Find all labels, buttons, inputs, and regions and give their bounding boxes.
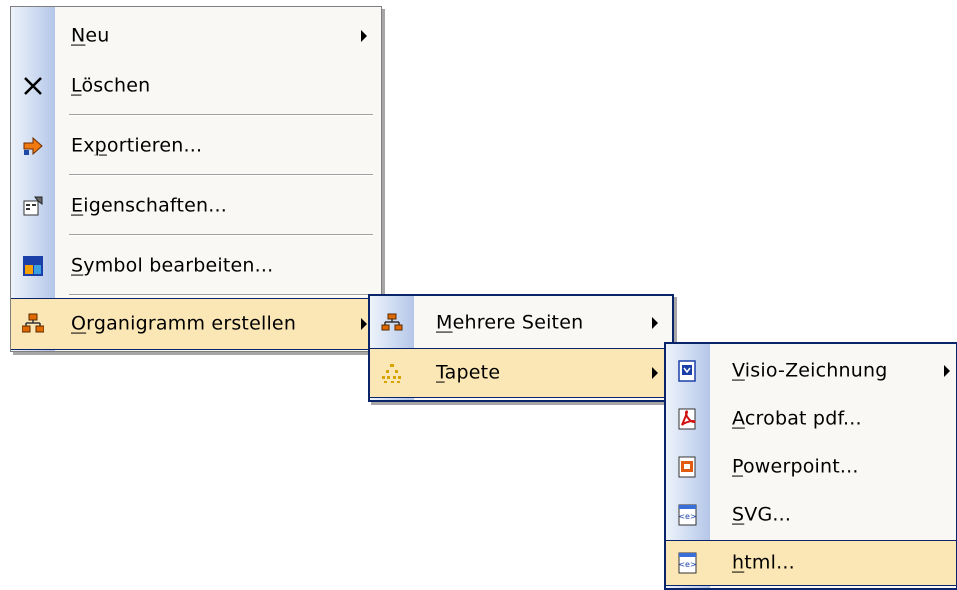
wallpaper-icon	[381, 362, 403, 384]
submenu-arrow-icon	[361, 318, 367, 330]
html-document-icon: <e>	[677, 552, 699, 574]
menu-item-label: Neu	[71, 24, 110, 47]
menu-item-label: Exportieren...	[71, 134, 203, 157]
svg-text:<e>: <e>	[678, 560, 696, 569]
menu-item-label: Symbol bearbeiten...	[71, 254, 274, 277]
submenu-organigramm: Mehrere Seiten Tapete	[368, 294, 674, 402]
menu-item-label: html...	[732, 551, 795, 574]
properties-icon	[22, 195, 44, 217]
menu-item-html[interactable]: <e> html...	[666, 540, 956, 586]
submenu-arrow-icon	[652, 367, 658, 379]
menu-item-label: Löschen	[71, 74, 151, 97]
submenu-arrow-icon	[361, 30, 367, 42]
menu-item-mehrere-seiten[interactable]: Mehrere Seiten	[370, 298, 672, 348]
svg-document-icon: <e>	[677, 504, 699, 526]
menu-separator	[69, 114, 373, 116]
menu-separator	[69, 174, 373, 176]
menu-item-label: Acrobat pdf...	[732, 407, 862, 430]
export-arrow-icon	[22, 135, 44, 157]
menu-item-svg[interactable]: <e> SVG...	[666, 490, 956, 540]
submenu-arrow-icon	[944, 365, 950, 377]
menu-item-label: Organigramm erstellen	[71, 312, 297, 335]
menu-item-label: Tapete	[436, 361, 501, 384]
context-menu: Neu Löschen Exportieren... Eigenschaften…	[10, 6, 382, 352]
menu-item-symbol-bearbeiten[interactable]: Symbol bearbeiten...	[11, 237, 381, 295]
submenu-tapete: Visio-Zeichnung Acrobat pdf... Powerpoin…	[664, 342, 957, 590]
powerpoint-icon	[677, 456, 699, 478]
svg-text:<e>: <e>	[678, 512, 696, 521]
menu-separator	[69, 294, 373, 296]
submenu-arrow-icon	[652, 317, 658, 329]
menu-item-eigenschaften[interactable]: Eigenschaften...	[11, 177, 381, 235]
menu-item-loeschen[interactable]: Löschen	[11, 57, 381, 115]
menu-item-acrobat-pdf[interactable]: Acrobat pdf...	[666, 394, 956, 444]
menu-item-label: Visio-Zeichnung	[732, 359, 888, 382]
acrobat-pdf-icon	[677, 408, 699, 430]
org-chart-icon	[21, 313, 45, 335]
menu-item-organigramm-erstellen[interactable]: Organigramm erstellen	[11, 298, 381, 350]
menu-separator	[69, 234, 373, 236]
menu-item-label: SVG...	[732, 503, 792, 526]
menu-item-powerpoint[interactable]: Powerpoint...	[666, 442, 956, 492]
menu-item-label: Mehrere Seiten	[436, 311, 584, 334]
menu-item-visio-zeichnung[interactable]: Visio-Zeichnung	[666, 346, 956, 396]
org-chart-small-icon	[381, 312, 403, 334]
menu-item-exportieren[interactable]: Exportieren...	[11, 117, 381, 175]
visio-icon	[677, 360, 699, 382]
menu-item-label: Eigenschaften...	[71, 194, 227, 217]
symbol-edit-icon	[22, 255, 44, 277]
delete-x-icon	[22, 75, 44, 97]
menu-item-label: Powerpoint...	[732, 455, 859, 478]
menu-item-tapete[interactable]: Tapete	[370, 348, 672, 398]
